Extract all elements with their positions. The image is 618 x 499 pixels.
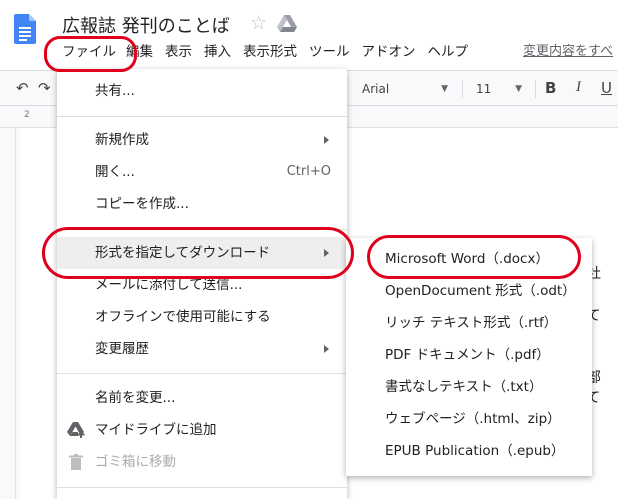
- download-html-label: ウェブページ（.html、zip）: [385, 411, 561, 427]
- file-menu: 共有... 新規作成 開く... Ctrl+O コピーを作成... 形式を指定し…: [57, 69, 347, 499]
- font-dropdown[interactable]: Arial ▼: [352, 78, 454, 100]
- download-odt-label: OpenDocument 形式（.odt）: [385, 283, 576, 299]
- download-rtf[interactable]: リッチ テキスト形式（.rtf）: [346, 307, 592, 339]
- menu-insert[interactable]: 挿入: [204, 40, 231, 64]
- download-odt[interactable]: OpenDocument 形式（.odt）: [346, 275, 592, 307]
- download-pdf[interactable]: PDF ドキュメント（.pdf）: [346, 339, 592, 371]
- file-menu-history-label: 変更履歴: [95, 341, 149, 357]
- submenu-arrow-icon: [324, 345, 329, 353]
- submenu-arrow-icon: [324, 136, 329, 144]
- font-dropdown-value: Arial: [362, 82, 390, 96]
- file-menu-share[interactable]: 共有...: [57, 75, 347, 107]
- download-pdf-label: PDF ドキュメント（.pdf）: [385, 347, 550, 363]
- file-menu-trash: ゴミ箱に移動: [57, 446, 347, 478]
- file-menu-share-label: 共有...: [95, 83, 135, 99]
- trash-icon: [69, 454, 83, 470]
- italic-button[interactable]: I: [576, 79, 581, 96]
- menu-divider: [57, 373, 347, 374]
- file-menu-open[interactable]: 開く... Ctrl+O: [57, 156, 347, 188]
- download-html[interactable]: ウェブページ（.html、zip）: [346, 403, 592, 435]
- menu-tools[interactable]: ツール: [309, 40, 350, 64]
- file-menu-new[interactable]: 新規作成: [57, 124, 347, 156]
- redo-icon[interactable]: ↷: [38, 79, 51, 97]
- download-epub[interactable]: EPUB Publication（.epub）: [346, 435, 592, 467]
- file-menu-open-shortcut: Ctrl+O: [286, 164, 331, 179]
- vertical-ruler[interactable]: [0, 128, 16, 499]
- file-menu-offline[interactable]: オフラインで使用可能にする: [57, 301, 347, 333]
- file-menu-rename-label: 名前を変更...: [95, 390, 176, 406]
- file-menu-add-to-drive-label: マイドライブに追加: [95, 422, 217, 438]
- annotation-oval-file-menu: [44, 36, 137, 72]
- star-icon[interactable]: ☆: [250, 12, 267, 34]
- menu-divider: [57, 116, 347, 117]
- drive-icon[interactable]: [277, 15, 297, 33]
- ruler-mark: 2: [24, 110, 30, 120]
- toolbar-divider: [462, 80, 463, 98]
- file-menu-new-label: 新規作成: [95, 132, 149, 148]
- download-rtf-label: リッチ テキスト形式（.rtf）: [385, 315, 558, 331]
- download-epub-label: EPUB Publication（.epub）: [385, 443, 565, 459]
- undo-icon[interactable]: ↶: [16, 79, 29, 97]
- file-menu-copy[interactable]: コピーを作成...: [57, 188, 347, 220]
- bold-button[interactable]: B: [545, 79, 556, 97]
- font-size-dropdown[interactable]: 11 ▼: [470, 78, 528, 100]
- file-menu-offline-label: オフラインで使用可能にする: [95, 309, 271, 325]
- last-edit-link[interactable]: 変更内容をすべ: [523, 40, 613, 64]
- underline-button[interactable]: U: [601, 79, 612, 97]
- download-txt[interactable]: 書式なしテキスト（.txt）: [346, 371, 592, 403]
- toolbar-divider: [535, 80, 536, 98]
- file-menu-history[interactable]: 変更履歴: [57, 333, 347, 365]
- menu-addons[interactable]: アドオン: [362, 40, 416, 64]
- google-docs-icon[interactable]: [14, 14, 36, 44]
- file-menu-trash-label: ゴミ箱に移動: [95, 454, 176, 470]
- drive-add-icon: [67, 422, 85, 438]
- document-title[interactable]: 広報誌 発刊のことば: [62, 12, 230, 38]
- chevron-down-icon: ▼: [515, 84, 522, 94]
- menu-help[interactable]: ヘルプ: [428, 40, 469, 64]
- menu-format[interactable]: 表示形式: [243, 40, 297, 64]
- file-menu-copy-label: コピーを作成...: [95, 196, 189, 212]
- file-menu-add-to-drive[interactable]: マイドライブに追加: [57, 414, 347, 446]
- file-menu-rename[interactable]: 名前を変更...: [57, 382, 347, 414]
- chevron-down-icon: ▼: [441, 84, 448, 94]
- file-menu-open-label: 開く...: [95, 164, 135, 180]
- menu-divider: [57, 487, 347, 488]
- download-txt-label: 書式なしテキスト（.txt）: [385, 379, 543, 395]
- annotation-oval-word: [367, 235, 581, 279]
- font-size-value: 11: [476, 82, 492, 96]
- menu-view[interactable]: 表示: [165, 40, 192, 64]
- annotation-oval-download: [42, 227, 354, 279]
